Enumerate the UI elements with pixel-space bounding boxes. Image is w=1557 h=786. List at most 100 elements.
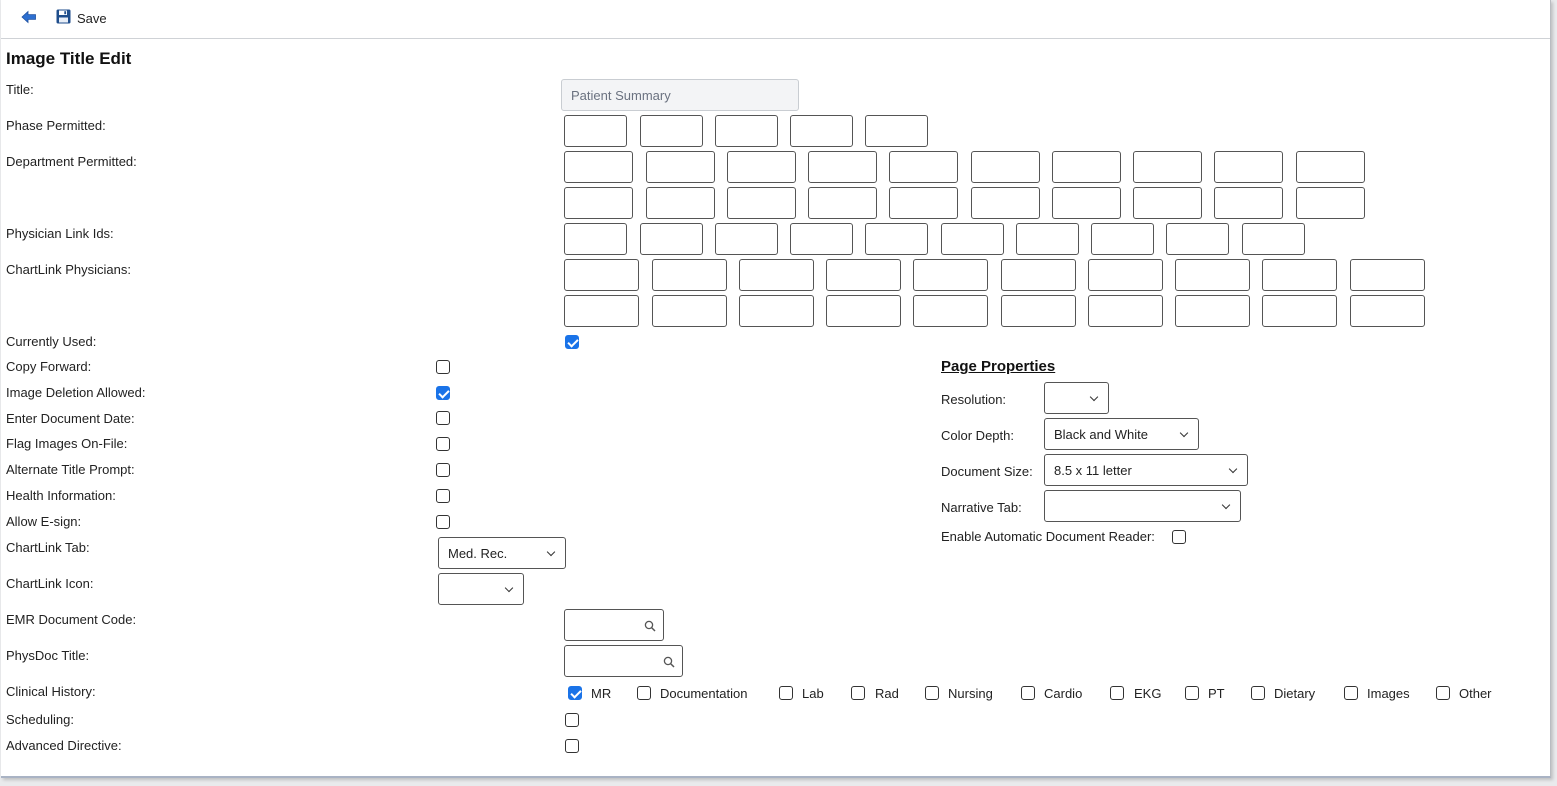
physician-link-id-input[interactable]	[1016, 223, 1079, 255]
copy-forward-checkbox[interactable]	[436, 360, 450, 374]
department-permitted-input[interactable]	[727, 187, 796, 219]
department-permitted-input[interactable]	[646, 187, 715, 219]
narrative-tab-select[interactable]	[1044, 490, 1241, 522]
department-permitted-input[interactable]	[646, 151, 715, 183]
clinical-history-images-checkbox[interactable]	[1344, 686, 1358, 700]
chartlink-physician-input[interactable]	[1088, 259, 1163, 291]
chartlink-physician-input[interactable]	[564, 259, 639, 291]
department-permitted-input[interactable]	[889, 187, 958, 219]
copy-forward-label: Copy Forward:	[6, 359, 92, 374]
chartlink-physician-input[interactable]	[1262, 259, 1337, 291]
department-permitted-input[interactable]	[1052, 151, 1121, 183]
department-permitted-input[interactable]	[1296, 187, 1365, 219]
health-information-checkbox[interactable]	[436, 489, 450, 503]
department-permitted-input[interactable]	[808, 187, 877, 219]
alternate-title-prompt-checkbox[interactable]	[436, 463, 450, 477]
document-size-value: 8.5 x 11 letter	[1054, 463, 1132, 478]
physician-link-id-input[interactable]	[1166, 223, 1229, 255]
enable-automatic-document-reader-checkbox[interactable]	[1172, 530, 1186, 544]
department-permitted-input[interactable]	[1214, 187, 1283, 219]
emr-document-code-search[interactable]	[564, 609, 664, 641]
chartlink-icon-select[interactable]	[438, 573, 524, 605]
physician-link-id-input[interactable]	[790, 223, 853, 255]
currently-used-label: Currently Used:	[6, 334, 97, 349]
department-permitted-input[interactable]	[564, 151, 633, 183]
chartlink-physician-input[interactable]	[913, 259, 988, 291]
physician-link-id-input[interactable]	[715, 223, 778, 255]
physdoc-title-search[interactable]	[564, 645, 683, 677]
color-depth-label: Color Depth:	[941, 428, 1014, 443]
department-permitted-input[interactable]	[808, 151, 877, 183]
clinical-history-rad-checkbox[interactable]	[851, 686, 865, 700]
physician-link-id-input[interactable]	[1242, 223, 1305, 255]
chartlink-physician-input[interactable]	[1350, 295, 1425, 327]
clinical-history-ekg-checkbox[interactable]	[1110, 686, 1124, 700]
chartlink-physician-input[interactable]	[1262, 295, 1337, 327]
advanced-directive-checkbox[interactable]	[565, 739, 579, 753]
department-permitted-input[interactable]	[971, 187, 1040, 219]
page-title: Image Title Edit	[6, 49, 132, 68]
chartlink-physician-input[interactable]	[739, 259, 814, 291]
flag-images-on-file-checkbox[interactable]	[436, 437, 450, 451]
color-depth-select[interactable]: Black and White	[1044, 418, 1199, 450]
phase-permitted-input[interactable]	[640, 115, 703, 147]
clinical-history-mr-checkbox[interactable]	[568, 686, 582, 700]
chartlink-physician-input[interactable]	[564, 295, 639, 327]
physician-link-id-input[interactable]	[564, 223, 627, 255]
chartlink-physician-input[interactable]	[1001, 295, 1076, 327]
clinical-history-pt-checkbox[interactable]	[1185, 686, 1199, 700]
chartlink-physician-input[interactable]	[652, 259, 727, 291]
document-size-select[interactable]: 8.5 x 11 letter	[1044, 454, 1248, 486]
clinical-history-nursing-checkbox[interactable]	[925, 686, 939, 700]
physician-link-ids-label: Physician Link Ids:	[6, 226, 114, 241]
chartlink-physician-input[interactable]	[826, 259, 901, 291]
department-permitted-input[interactable]	[1133, 151, 1202, 183]
currently-used-checkbox[interactable]	[565, 335, 579, 349]
allow-esign-checkbox[interactable]	[436, 515, 450, 529]
chartlink-physician-input[interactable]	[1088, 295, 1163, 327]
department-permitted-input[interactable]	[1214, 151, 1283, 183]
clinical-history-documentation-label: Documentation	[660, 686, 748, 701]
chartlink-physician-input[interactable]	[1175, 295, 1250, 327]
clinical-history-dietary-checkbox[interactable]	[1251, 686, 1265, 700]
clinical-history-documentation-checkbox[interactable]	[637, 686, 651, 700]
floppy-disk-icon	[56, 9, 71, 27]
resolution-select[interactable]	[1044, 382, 1109, 414]
phase-permitted-input[interactable]	[715, 115, 778, 147]
clinical-history-cardio-checkbox[interactable]	[1021, 686, 1035, 700]
department-permitted-input[interactable]	[971, 151, 1040, 183]
save-button[interactable]: Save	[56, 8, 107, 28]
physician-link-id-input[interactable]	[865, 223, 928, 255]
chartlink-physician-input[interactable]	[652, 295, 727, 327]
department-permitted-input[interactable]	[889, 151, 958, 183]
phase-permitted-input[interactable]	[564, 115, 627, 147]
chartlink-tab-value: Med. Rec.	[448, 546, 508, 561]
physician-link-id-input[interactable]	[640, 223, 703, 255]
chartlink-physician-input[interactable]	[913, 295, 988, 327]
chartlink-physician-input[interactable]	[826, 295, 901, 327]
department-permitted-input[interactable]	[564, 187, 633, 219]
clinical-history-other-checkbox[interactable]	[1436, 686, 1450, 700]
phase-permitted-input[interactable]	[865, 115, 928, 147]
chevron-down-icon	[1089, 392, 1099, 402]
physician-link-id-input[interactable]	[941, 223, 1004, 255]
back-button[interactable]	[21, 8, 37, 28]
chartlink-physician-input[interactable]	[1350, 259, 1425, 291]
clinical-history-ekg-label: EKG	[1134, 686, 1162, 701]
title-input[interactable]: Patient Summary	[561, 79, 799, 111]
chartlink-tab-select[interactable]: Med. Rec.	[438, 537, 566, 569]
department-permitted-input[interactable]	[1133, 187, 1202, 219]
scheduling-checkbox[interactable]	[565, 713, 579, 727]
department-permitted-input[interactable]	[727, 151, 796, 183]
image-deletion-allowed-checkbox[interactable]	[436, 386, 450, 400]
physician-link-id-input[interactable]	[1091, 223, 1154, 255]
enter-document-date-checkbox[interactable]	[436, 411, 450, 425]
department-permitted-input[interactable]	[1296, 151, 1365, 183]
department-permitted-input[interactable]	[1052, 187, 1121, 219]
phase-permitted-input[interactable]	[790, 115, 853, 147]
clinical-history-lab-checkbox[interactable]	[779, 686, 793, 700]
chartlink-physician-input[interactable]	[739, 295, 814, 327]
scheduling-label: Scheduling:	[6, 712, 74, 727]
chartlink-physician-input[interactable]	[1175, 259, 1250, 291]
chartlink-physician-input[interactable]	[1001, 259, 1076, 291]
